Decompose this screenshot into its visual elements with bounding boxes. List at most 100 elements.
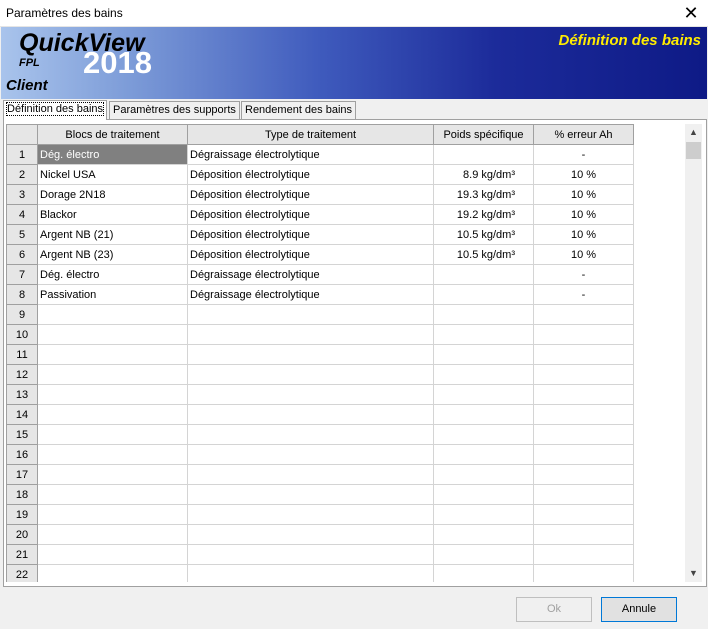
cell-erreur[interactable] bbox=[533, 324, 634, 345]
column-header-poids[interactable]: Poids spécifique bbox=[433, 124, 534, 145]
row-header[interactable]: 15 bbox=[6, 424, 38, 445]
tab-definition-des-bains[interactable]: Définition des bains bbox=[3, 100, 108, 120]
cell-erreur[interactable]: 10 % bbox=[533, 164, 634, 185]
cell-poids[interactable] bbox=[433, 284, 534, 305]
tab-rendement-des-bains[interactable]: Rendement des bains bbox=[241, 101, 357, 119]
row-header[interactable]: 7 bbox=[6, 264, 38, 285]
cell-poids[interactable] bbox=[433, 544, 534, 565]
table-row[interactable]: 22 bbox=[6, 564, 634, 582]
cell-type[interactable] bbox=[187, 504, 434, 525]
cell-type[interactable] bbox=[187, 444, 434, 465]
cell-bloc[interactable] bbox=[37, 464, 188, 485]
row-header[interactable]: 17 bbox=[6, 464, 38, 485]
cell-type[interactable]: Déposition électrolytique bbox=[187, 204, 434, 225]
row-header[interactable]: 5 bbox=[6, 224, 38, 245]
cancel-button[interactable]: Annule bbox=[601, 597, 677, 622]
cell-erreur[interactable] bbox=[533, 484, 634, 505]
column-header-type[interactable]: Type de traitement bbox=[187, 124, 434, 145]
cell-erreur[interactable] bbox=[533, 384, 634, 405]
cell-bloc[interactable]: Nickel USA bbox=[37, 164, 188, 185]
row-header[interactable]: 20 bbox=[6, 524, 38, 545]
cell-bloc[interactable]: Blackor bbox=[37, 204, 188, 225]
cell-type[interactable] bbox=[187, 424, 434, 445]
cell-poids[interactable] bbox=[433, 304, 534, 325]
ok-button[interactable]: Ok bbox=[516, 597, 592, 622]
row-header[interactable]: 8 bbox=[6, 284, 38, 305]
cell-erreur[interactable] bbox=[533, 424, 634, 445]
cell-bloc[interactable] bbox=[37, 304, 188, 325]
cell-poids[interactable] bbox=[433, 384, 534, 405]
row-header[interactable]: 14 bbox=[6, 404, 38, 425]
table-row[interactable]: 8 Passivation Dégraissage électrolytique - bbox=[6, 284, 634, 305]
cell-bloc[interactable] bbox=[37, 564, 188, 582]
cell-poids[interactable] bbox=[433, 364, 534, 385]
row-header[interactable]: 9 bbox=[6, 304, 38, 325]
table-row[interactable]: 13 bbox=[6, 384, 634, 405]
cell-poids[interactable]: 19.3 kg/dm³ bbox=[433, 184, 534, 205]
cell-type[interactable] bbox=[187, 484, 434, 505]
cell-type[interactable] bbox=[187, 364, 434, 385]
cell-bloc[interactable] bbox=[37, 384, 188, 405]
cell-type[interactable]: Déposition électrolytique bbox=[187, 224, 434, 245]
table-row[interactable]: 20 bbox=[6, 524, 634, 545]
cell-poids[interactable] bbox=[433, 344, 534, 365]
cell-poids[interactable]: 10.5 kg/dm³ bbox=[433, 244, 534, 265]
row-header[interactable]: 19 bbox=[6, 504, 38, 525]
row-header[interactable]: 10 bbox=[6, 324, 38, 345]
cell-type[interactable] bbox=[187, 304, 434, 325]
cell-bloc[interactable]: Argent NB (21) bbox=[37, 224, 188, 245]
cell-type[interactable]: Déposition électrolytique bbox=[187, 164, 434, 185]
cell-bloc[interactable] bbox=[37, 324, 188, 345]
table-row[interactable]: 2 Nickel USA Déposition électrolytique 8.9 … bbox=[6, 164, 634, 185]
cell-erreur[interactable]: - bbox=[533, 144, 634, 165]
cell-erreur[interactable]: 10 % bbox=[533, 244, 634, 265]
cell-bloc[interactable] bbox=[37, 444, 188, 465]
cell-erreur[interactable]: - bbox=[533, 264, 634, 285]
table-row[interactable]: 18 bbox=[6, 484, 634, 505]
cell-type[interactable] bbox=[187, 464, 434, 485]
cell-poids[interactable] bbox=[433, 404, 534, 425]
table-row[interactable]: 14 bbox=[6, 404, 634, 425]
cell-bloc[interactable]: Passivation bbox=[37, 284, 188, 305]
tab-parametres-des-supports[interactable]: Paramètres des supports bbox=[109, 101, 240, 119]
cell-bloc[interactable] bbox=[37, 544, 188, 565]
table-row[interactable]: 4 Blackor Déposition électrolytique 19.2 kg… bbox=[6, 204, 634, 225]
cell-poids[interactable]: 8.9 kg/dm³ bbox=[433, 164, 534, 185]
table-row[interactable]: 12 bbox=[6, 364, 634, 385]
cell-type[interactable] bbox=[187, 524, 434, 545]
table-row[interactable]: 5 Argent NB (21) Déposition électrolytique… bbox=[6, 224, 634, 245]
row-header[interactable]: 22 bbox=[6, 564, 38, 582]
cell-bloc[interactable] bbox=[37, 484, 188, 505]
cell-erreur[interactable]: 10 % bbox=[533, 184, 634, 205]
cell-erreur[interactable] bbox=[533, 564, 634, 582]
cell-bloc[interactable] bbox=[37, 344, 188, 365]
cell-type[interactable] bbox=[187, 324, 434, 345]
cell-bloc[interactable]: Argent NB (23) bbox=[37, 244, 188, 265]
table-row[interactable]: 15 bbox=[6, 424, 634, 445]
cell-type[interactable] bbox=[187, 384, 434, 405]
row-header[interactable]: 13 bbox=[6, 384, 38, 405]
cell-poids[interactable]: 10.5 kg/dm³ bbox=[433, 224, 534, 245]
column-header-blocs[interactable]: Blocs de traitement bbox=[37, 124, 188, 145]
cell-erreur[interactable] bbox=[533, 504, 634, 525]
table-row[interactable]: 16 bbox=[6, 444, 634, 465]
data-grid[interactable]: Blocs de traitement Type de traitement P… bbox=[6, 124, 685, 582]
cell-bloc[interactable]: Dég. électro bbox=[37, 264, 188, 285]
scroll-up-icon[interactable]: ▲ bbox=[685, 124, 702, 141]
cell-bloc[interactable] bbox=[37, 404, 188, 425]
row-header[interactable]: 1 bbox=[6, 144, 38, 165]
row-header[interactable]: 3 bbox=[6, 184, 38, 205]
cell-poids[interactable] bbox=[433, 464, 534, 485]
vertical-scrollbar[interactable]: ▲ ▼ bbox=[685, 124, 702, 582]
cell-erreur[interactable]: 10 % bbox=[533, 224, 634, 245]
cell-type[interactable]: Dégraissage électrolytique bbox=[187, 264, 434, 285]
row-header[interactable]: 21 bbox=[6, 544, 38, 565]
cell-bloc[interactable] bbox=[37, 364, 188, 385]
cell-poids[interactable] bbox=[433, 524, 534, 545]
row-header[interactable]: 12 bbox=[6, 364, 38, 385]
cell-bloc[interactable]: Dég. électro bbox=[37, 144, 188, 165]
cell-erreur[interactable] bbox=[533, 404, 634, 425]
cell-type[interactable]: Déposition électrolytique bbox=[187, 244, 434, 265]
cell-bloc[interactable] bbox=[37, 504, 188, 525]
cell-poids[interactable] bbox=[433, 484, 534, 505]
